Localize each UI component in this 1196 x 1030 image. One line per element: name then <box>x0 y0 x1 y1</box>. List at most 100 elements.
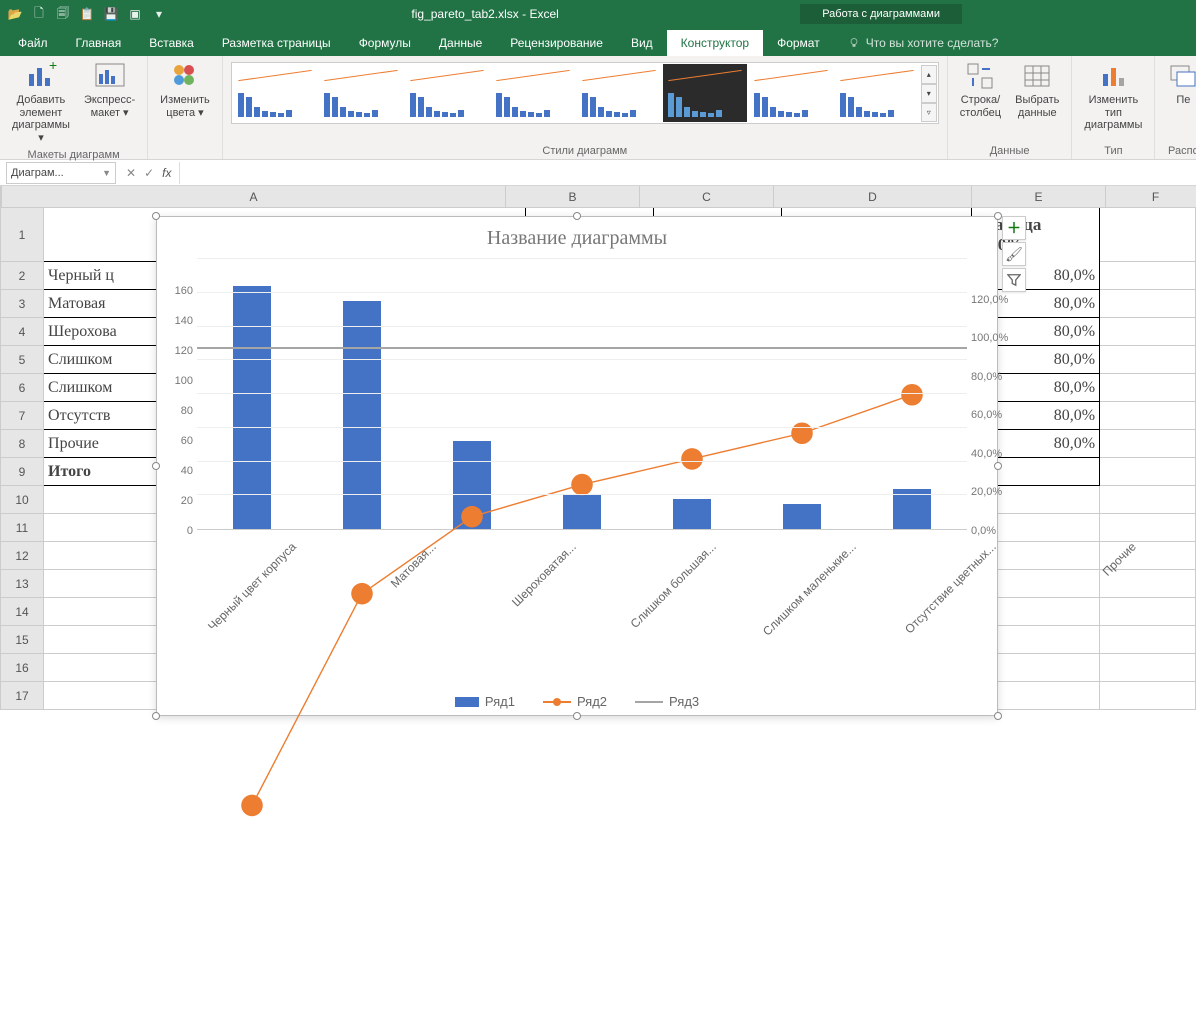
row-header[interactable]: 10 <box>0 486 44 514</box>
row-header[interactable]: 12 <box>0 542 44 570</box>
row-header[interactable]: 3 <box>0 290 44 318</box>
legend-item[interactable]: Ряд2 <box>543 694 607 709</box>
change-chart-type-button[interactable]: Изменить тип диаграммы <box>1080 58 1146 134</box>
scroll-up-icon[interactable]: ▴ <box>921 65 937 84</box>
chart-style-thumb[interactable] <box>405 64 489 122</box>
tell-me[interactable]: Что вы хотите сделать? <box>834 30 1013 56</box>
chart-styles-button[interactable]: 🖌 <box>1002 242 1026 266</box>
change-colors-button[interactable]: Изменить цвета ▾ <box>156 58 214 121</box>
preview-icon[interactable]: ▣ <box>124 3 146 25</box>
chart-title[interactable]: Название диаграммы <box>157 217 997 250</box>
legend-item[interactable]: Ряд3 <box>635 694 699 709</box>
open-icon[interactable]: 📂 <box>4 3 26 25</box>
chart-object[interactable]: Название диаграммы 020406080100120140160… <box>156 216 998 716</box>
chart-legend[interactable]: Ряд1 Ряд2 Ряд3 <box>157 694 997 709</box>
column-header[interactable]: A <box>2 186 506 208</box>
confirm-icon[interactable]: ✓ <box>144 166 154 180</box>
select-data-button[interactable]: Выбрать данные <box>1011 58 1063 121</box>
bar[interactable] <box>453 441 491 529</box>
row-header[interactable]: 13 <box>0 570 44 598</box>
save-icon[interactable]: 💾 <box>100 3 122 25</box>
add-chart-element-button[interactable]: + Добавить элемент диаграммы ▾ <box>8 58 74 147</box>
chart-style-gallery[interactable]: ▴▾▿ <box>231 62 939 124</box>
tab-file[interactable]: Файл <box>4 30 62 56</box>
gallery-scroll[interactable]: ▴▾▿ <box>921 65 937 122</box>
paste-icon[interactable]: 📋 <box>76 3 98 25</box>
resize-handle[interactable] <box>152 212 160 220</box>
row-header[interactable]: 2 <box>0 262 44 290</box>
cell[interactable] <box>1100 290 1196 318</box>
row-header[interactable]: 1 <box>0 208 44 262</box>
formula-bar: Диаграм... ▼ ✕ ✓ fx <box>0 160 1196 186</box>
column-header[interactable]: C <box>640 186 774 208</box>
tab-view[interactable]: Вид <box>617 30 667 56</box>
cell[interactable] <box>1100 458 1196 486</box>
chart-style-thumb[interactable] <box>491 64 575 122</box>
cell[interactable] <box>1100 262 1196 290</box>
column-header[interactable]: F <box>1106 186 1196 208</box>
resize-handle[interactable] <box>573 212 581 220</box>
resize-handle[interactable] <box>152 462 160 470</box>
row-header[interactable]: 5 <box>0 346 44 374</box>
copy-icon[interactable]: 🗐 <box>52 3 74 25</box>
cell[interactable] <box>1100 318 1196 346</box>
tab-review[interactable]: Рецензирование <box>496 30 617 56</box>
tab-page-layout[interactable]: Разметка страницы <box>208 30 345 56</box>
row-header[interactable]: 7 <box>0 402 44 430</box>
quick-layout-button[interactable]: Экспресс- макет ▾ <box>80 58 139 121</box>
worksheet[interactable]: ABCDEF 1Кол-воПроцентПроцент дефек-Грани… <box>0 186 1196 826</box>
row-header[interactable]: 14 <box>0 598 44 626</box>
chart-style-thumb[interactable] <box>835 64 919 122</box>
table-icon <box>1021 60 1053 92</box>
row-header[interactable]: 17 <box>0 682 44 710</box>
switch-row-column-button[interactable]: Строка/ столбец <box>956 58 1005 121</box>
layout-icon <box>94 60 126 92</box>
chart-style-thumb[interactable] <box>749 64 833 122</box>
column-header[interactable]: D <box>774 186 972 208</box>
tab-formulas[interactable]: Формулы <box>345 30 425 56</box>
legend-item[interactable]: Ряд1 <box>455 694 515 709</box>
ribbon-group-colors: Изменить цвета ▾ <box>148 56 223 159</box>
column-header[interactable]: B <box>506 186 640 208</box>
chart-plot-area[interactable]: 020406080100120140160 0,0%20,0%40,0%60,0… <box>197 260 967 550</box>
row-header[interactable]: 8 <box>0 430 44 458</box>
move-chart-button[interactable]: Пе <box>1163 58 1196 109</box>
chart-style-thumb[interactable] <box>319 64 403 122</box>
row-header[interactable]: 9 <box>0 458 44 486</box>
resize-handle[interactable] <box>994 212 1002 220</box>
scroll-down-icon[interactable]: ▾ <box>921 84 937 103</box>
cell[interactable] <box>1100 346 1196 374</box>
gallery-expand-icon[interactable]: ▿ <box>921 103 937 122</box>
row-header[interactable]: 16 <box>0 654 44 682</box>
new-icon[interactable]: 🗋 <box>28 3 50 25</box>
row-header[interactable]: 6 <box>0 374 44 402</box>
column-header[interactable]: E <box>972 186 1106 208</box>
chevron-down-icon[interactable]: ▼ <box>102 168 111 178</box>
chart-filters-button[interactable] <box>1002 268 1026 292</box>
chart-elements-button[interactable]: ＋ <box>1002 216 1026 240</box>
qat-dropdown-icon[interactable]: ▾ <box>148 3 170 25</box>
chart-style-thumb[interactable] <box>233 64 317 122</box>
tab-chart-format[interactable]: Формат <box>763 30 834 56</box>
cell[interactable] <box>1100 374 1196 402</box>
tab-chart-design[interactable]: Конструктор <box>667 30 763 56</box>
cancel-icon[interactable]: ✕ <box>126 166 136 180</box>
bar[interactable] <box>233 286 271 529</box>
title-bar: 📂 🗋 🗐 📋 💾 ▣ ▾ fig_pareto_tab2.xlsx - Exc… <box>0 0 1196 28</box>
resize-handle[interactable] <box>152 712 160 720</box>
chart-style-thumb[interactable] <box>663 64 747 122</box>
chart-style-thumb[interactable] <box>577 64 661 122</box>
cell[interactable] <box>1100 208 1196 262</box>
name-box[interactable]: Диаграм... ▼ <box>6 162 116 184</box>
cell[interactable] <box>1100 486 1196 514</box>
row-header[interactable]: 15 <box>0 626 44 654</box>
tab-data[interactable]: Данные <box>425 30 496 56</box>
formula-input[interactable] <box>179 162 1196 184</box>
fx-icon[interactable]: fx <box>162 166 171 180</box>
row-header[interactable]: 11 <box>0 514 44 542</box>
tab-insert[interactable]: Вставка <box>135 30 208 56</box>
row-header[interactable]: 4 <box>0 318 44 346</box>
cell[interactable] <box>1100 430 1196 458</box>
tab-home[interactable]: Главная <box>62 30 136 56</box>
cell[interactable] <box>1100 402 1196 430</box>
